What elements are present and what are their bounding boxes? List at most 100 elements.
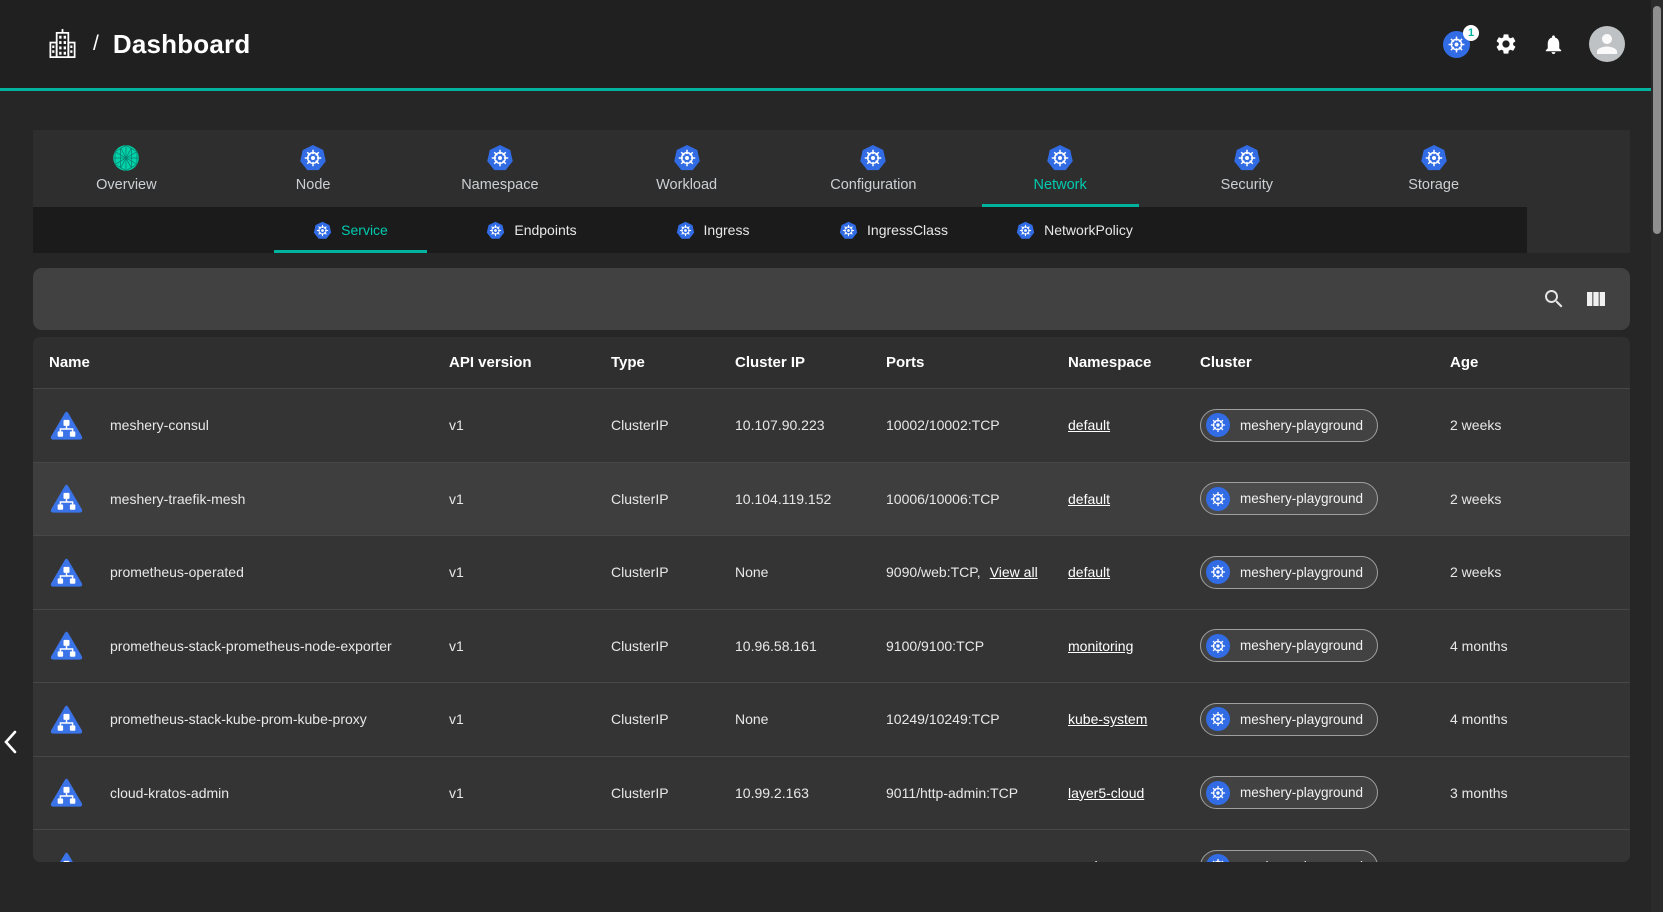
subtab-ingressclass[interactable]: IngressClass	[803, 207, 984, 253]
tab-network[interactable]: Network	[967, 130, 1154, 207]
network-subtabs: Service Endpoints Ingress IngressClass N…	[33, 207, 1527, 253]
search-button[interactable]	[1542, 287, 1566, 311]
app-header: / Dashboard 1	[0, 0, 1651, 88]
cluster-chip[interactable]: meshery-playground	[1200, 409, 1378, 442]
service-type: ClusterIP	[611, 785, 735, 801]
table-row[interactable]: meshery-consul v1 ClusterIP 10.107.90.22…	[33, 388, 1630, 462]
cluster-chip[interactable]: meshery-playground	[1200, 556, 1378, 589]
tab-overview[interactable]: Overview	[33, 130, 220, 207]
column-header-api-version[interactable]: API version	[449, 354, 611, 371]
page-title: Dashboard	[113, 29, 251, 60]
age: 2 weeks	[1450, 491, 1630, 507]
table-row[interactable]: meshery meshery-playground	[33, 829, 1630, 862]
cluster-chip[interactable]: meshery-playground	[1200, 776, 1378, 809]
api-version: v1	[449, 638, 611, 654]
service-type: ClusterIP	[611, 491, 735, 507]
kubernetes-icon	[1233, 144, 1261, 172]
chevron-left-icon	[1, 727, 21, 757]
column-header-cluster-ip[interactable]: Cluster IP	[735, 354, 886, 371]
user-avatar[interactable]	[1589, 26, 1625, 62]
kubernetes-icon	[1206, 634, 1230, 658]
header-accent-line	[0, 88, 1651, 91]
service-name: meshery-traefik-mesh	[110, 491, 245, 507]
drawer-collapse-button[interactable]	[0, 726, 22, 760]
tab-workload[interactable]: Workload	[593, 130, 780, 207]
page-scrollbar-thumb[interactable]	[1653, 6, 1661, 234]
search-icon	[1542, 287, 1566, 311]
table-row[interactable]: meshery-traefik-mesh v1 ClusterIP 10.104…	[33, 462, 1630, 536]
view-columns-icon	[1584, 287, 1608, 311]
table-row[interactable]: cloud-kratos-admin v1 ClusterIP 10.99.2.…	[33, 756, 1630, 830]
service-icon	[49, 629, 84, 662]
column-header-ports[interactable]: Ports	[886, 354, 1068, 371]
kubernetes-icon	[1206, 781, 1230, 805]
service-icon	[49, 556, 84, 589]
namespace-link[interactable]: default	[1068, 491, 1110, 507]
subtab-ingress[interactable]: Ingress	[622, 207, 803, 253]
kubernetes-icon	[313, 221, 332, 240]
age: 4 months	[1450, 711, 1630, 727]
service-icon	[49, 409, 84, 442]
table-row[interactable]: prometheus-stack-prometheus-node-exporte…	[33, 609, 1630, 683]
cluster-chip[interactable]: meshery-playground	[1200, 850, 1378, 862]
api-version: v1	[449, 417, 611, 433]
main-content: Overview Node Namespace Workload Configu…	[33, 130, 1630, 862]
tab-namespace[interactable]: Namespace	[407, 130, 594, 207]
breadcrumb-separator: /	[93, 32, 99, 56]
kubernetes-icon	[1206, 707, 1230, 731]
ports: 9011/http-admin:TCP	[886, 785, 1018, 801]
subtab-networkpolicy[interactable]: NetworkPolicy	[984, 207, 1165, 253]
namespace-link[interactable]: monitoring	[1068, 638, 1133, 654]
organization-building-icon[interactable]	[46, 27, 79, 62]
kubernetes-icon	[1206, 413, 1230, 437]
table-row[interactable]: prometheus-stack-kube-prom-kube-proxy v1…	[33, 682, 1630, 756]
tab-configuration[interactable]: Configuration	[780, 130, 967, 207]
app-root: / Dashboard 1	[0, 0, 1663, 912]
resource-tabs-panel: Overview Node Namespace Workload Configu…	[33, 130, 1630, 253]
age: 2 weeks	[1450, 564, 1630, 580]
cluster-name: meshery-playground	[1240, 638, 1363, 653]
service-icon	[49, 776, 84, 809]
namespace-link[interactable]: default	[1068, 417, 1110, 433]
cluster-ip: 10.99.2.163	[735, 785, 886, 801]
kubernetes-icon	[1206, 487, 1230, 511]
namespace-link[interactable]: meshery	[1068, 858, 1122, 862]
cluster-ip: None	[735, 711, 886, 727]
table-row[interactable]: prometheus-operated v1 ClusterIP None 90…	[33, 535, 1630, 609]
resource-tabs: Overview Node Namespace Workload Configu…	[33, 130, 1527, 207]
namespace-link[interactable]: layer5-cloud	[1068, 785, 1144, 801]
kubernetes-icon	[486, 144, 514, 172]
view-all-ports-link[interactable]: View all	[990, 564, 1038, 580]
subtab-service[interactable]: Service	[260, 207, 441, 253]
service-type: ClusterIP	[611, 564, 735, 580]
column-header-age[interactable]: Age	[1450, 354, 1630, 371]
namespace-link[interactable]: kube-system	[1068, 711, 1147, 727]
cluster-chip[interactable]: meshery-playground	[1200, 629, 1378, 662]
cluster-name: meshery-playground	[1240, 785, 1363, 800]
view-columns-button[interactable]	[1584, 287, 1608, 311]
ports: 10002/10002:TCP	[886, 417, 1000, 433]
kubernetes-context-button[interactable]: 1	[1443, 31, 1470, 58]
notifications-button[interactable]	[1542, 33, 1565, 56]
cluster-ip: None	[735, 564, 886, 580]
service-name: meshery-consul	[110, 417, 209, 433]
subtab-endpoints[interactable]: Endpoints	[441, 207, 622, 253]
column-header-name[interactable]: Name	[49, 354, 449, 371]
cluster-ip: 10.107.90.223	[735, 417, 886, 433]
cluster-chip[interactable]: meshery-playground	[1200, 482, 1378, 515]
kubernetes-icon	[859, 144, 887, 172]
column-header-type[interactable]: Type	[611, 354, 735, 371]
cluster-chip[interactable]: meshery-playground	[1200, 703, 1378, 736]
tab-node[interactable]: Node	[220, 130, 407, 207]
column-header-cluster[interactable]: Cluster	[1200, 354, 1450, 371]
settings-button[interactable]	[1494, 32, 1518, 56]
namespace-link[interactable]: default	[1068, 564, 1110, 580]
column-header-namespace[interactable]: Namespace	[1068, 354, 1200, 371]
service-icon	[49, 482, 84, 515]
cluster-name: meshery-playground	[1240, 418, 1363, 433]
tab-security[interactable]: Security	[1154, 130, 1341, 207]
breadcrumb: / Dashboard	[46, 27, 250, 62]
ports: 10006/10006:TCP	[886, 491, 1000, 507]
ports: 10249/10249:TCP	[886, 711, 1000, 727]
tab-storage[interactable]: Storage	[1340, 130, 1527, 207]
